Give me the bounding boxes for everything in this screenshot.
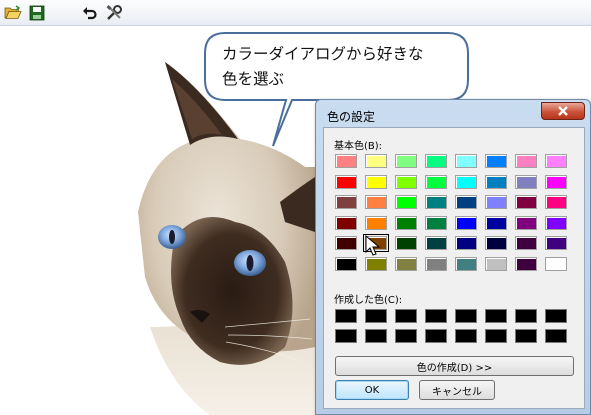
dialog-body: 基本色(B): 作成した色(C): 色の作成(D) >> OK キャンセル	[323, 127, 585, 409]
custom-color-swatch[interactable]	[455, 309, 477, 323]
basic-color-swatch[interactable]	[395, 236, 417, 250]
custom-color-swatch[interactable]	[365, 309, 387, 323]
basic-color-swatch[interactable]	[335, 236, 357, 250]
basic-color-swatch[interactable]	[455, 195, 477, 209]
basic-color-swatch[interactable]	[545, 195, 567, 209]
basic-color-swatch[interactable]	[365, 154, 387, 168]
close-button[interactable]	[541, 102, 585, 120]
save-icon[interactable]	[28, 4, 46, 22]
basic-color-swatch[interactable]	[545, 154, 567, 168]
tools-icon[interactable]	[105, 4, 123, 22]
basic-color-swatch[interactable]	[335, 174, 357, 189]
basic-color-swatch[interactable]	[365, 215, 387, 230]
basic-color-swatch[interactable]	[515, 256, 537, 271]
basic-color-swatch[interactable]	[455, 256, 477, 271]
basic-color-swatch[interactable]	[515, 236, 537, 250]
basic-color-swatch[interactable]	[545, 236, 567, 250]
basic-color-swatch[interactable]	[485, 195, 507, 209]
bubble-line-1: カラーダイアログから好きな	[222, 45, 424, 63]
custom-color-swatch[interactable]	[335, 329, 357, 343]
speech-bubble-text: カラーダイアログから好きな 色を選ぶ	[222, 42, 454, 92]
basic-color-swatch[interactable]	[515, 154, 537, 168]
custom-color-swatch[interactable]	[395, 329, 417, 343]
basic-color-swatch[interactable]	[335, 154, 357, 168]
basic-color-swatch[interactable]	[485, 256, 507, 271]
basic-color-swatch[interactable]	[425, 174, 447, 189]
custom-color-swatch[interactable]	[515, 329, 537, 343]
custom-color-swatch[interactable]	[425, 309, 447, 323]
toolbar	[0, 0, 591, 26]
basic-color-swatch[interactable]	[455, 215, 477, 230]
mouse-pointer-icon	[365, 235, 381, 256]
basic-color-swatch[interactable]	[425, 215, 447, 230]
basic-color-swatch[interactable]	[485, 215, 507, 230]
custom-color-swatch[interactable]	[515, 309, 537, 323]
basic-color-swatch[interactable]	[395, 195, 417, 209]
custom-color-swatch[interactable]	[395, 309, 417, 323]
cancel-button[interactable]: キャンセル	[419, 380, 495, 400]
basic-color-swatch[interactable]	[335, 215, 357, 230]
custom-color-swatch[interactable]	[485, 309, 507, 323]
basic-colors-label: 基本色(B):	[334, 141, 383, 152]
custom-color-swatch[interactable]	[365, 329, 387, 343]
basic-color-swatch[interactable]	[335, 256, 357, 271]
bubble-line-2: 色を選ぶ	[222, 70, 285, 88]
basic-color-swatch[interactable]	[545, 174, 567, 189]
basic-color-swatch[interactable]	[455, 236, 477, 250]
ok-button[interactable]: OK	[335, 380, 409, 400]
basic-color-swatch[interactable]	[455, 154, 477, 168]
basic-color-swatch[interactable]	[365, 174, 387, 189]
custom-color-swatch[interactable]	[335, 309, 357, 323]
basic-color-swatch[interactable]	[365, 256, 387, 271]
basic-color-swatch[interactable]	[395, 256, 417, 271]
color-dialog: 色の設定 基本色(B): 作成した色(C): 色の作成(D) >> OK キャン…	[315, 99, 591, 415]
basic-color-swatch[interactable]	[515, 195, 537, 209]
close-icon	[558, 106, 568, 116]
basic-color-swatch[interactable]	[515, 174, 537, 189]
basic-color-swatch[interactable]	[425, 195, 447, 209]
basic-color-swatch[interactable]	[335, 195, 357, 209]
custom-color-swatch[interactable]	[545, 309, 567, 323]
basic-color-swatch[interactable]	[395, 215, 417, 230]
custom-color-swatch[interactable]	[455, 329, 477, 343]
undo-icon[interactable]	[80, 4, 98, 22]
basic-color-swatch[interactable]	[425, 154, 447, 168]
basic-color-swatch[interactable]	[365, 195, 387, 209]
basic-color-swatch[interactable]	[395, 174, 417, 189]
basic-color-swatch[interactable]	[545, 256, 567, 271]
basic-color-swatch[interactable]	[515, 215, 537, 230]
basic-color-swatch[interactable]	[485, 236, 507, 250]
basic-color-swatch[interactable]	[545, 215, 567, 230]
define-custom-colors-button[interactable]: 色の作成(D) >>	[335, 356, 574, 376]
custom-color-swatch[interactable]	[425, 329, 447, 343]
basic-color-swatch[interactable]	[485, 174, 507, 189]
basic-color-swatch[interactable]	[395, 154, 417, 168]
basic-color-swatch[interactable]	[425, 236, 447, 250]
open-folder-icon[interactable]	[4, 4, 22, 22]
custom-color-swatch[interactable]	[485, 329, 507, 343]
basic-color-swatch[interactable]	[485, 154, 507, 168]
custom-color-swatch[interactable]	[545, 329, 567, 343]
dialog-title: 色の設定	[327, 110, 376, 124]
custom-colors-label: 作成した色(C):	[334, 295, 403, 306]
basic-color-swatch[interactable]	[455, 174, 477, 189]
basic-color-swatch[interactable]	[425, 256, 447, 271]
